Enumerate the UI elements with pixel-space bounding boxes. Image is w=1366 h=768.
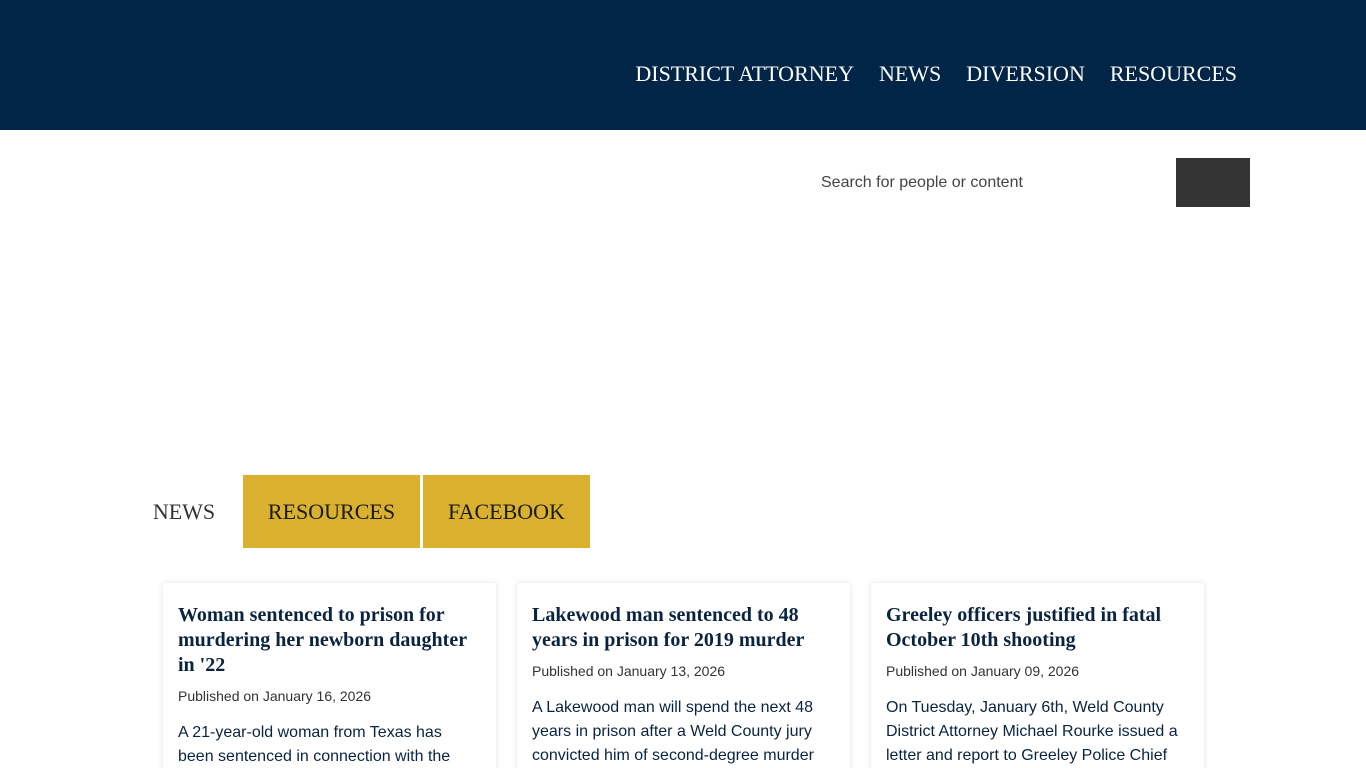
news-card-date: Published on January 16, 2026 — [178, 688, 372, 704]
news-card-date: Published on January 09, 2026 — [886, 663, 1080, 679]
nav-diversion[interactable]: DIVERSION — [966, 60, 1085, 88]
site-header: DISTRICT ATTORNEY NEWS DIVERSION RESOURC… — [0, 0, 1366, 130]
main-nav: DISTRICT ATTORNEY NEWS DIVERSION RESOURC… — [635, 60, 1237, 88]
nav-resources[interactable]: RESOURCES — [1110, 60, 1237, 88]
tab-news[interactable]: NEWS — [128, 475, 240, 548]
content-tabs: NEWS RESOURCES FACEBOOK — [128, 475, 590, 548]
tab-resources[interactable]: RESOURCES — [243, 475, 420, 548]
news-card-excerpt: A Lakewood man will spend the next 48 ye… — [532, 699, 814, 764]
search-button[interactable] — [1176, 158, 1250, 207]
news-card-excerpt: A 21-year-old woman from Texas has been … — [178, 724, 451, 765]
tab-facebook[interactable]: FACEBOOK — [423, 475, 590, 548]
news-card-title[interactable]: Greeley officers justified in fatal Octo… — [886, 603, 1189, 653]
news-cards: Woman sentenced to prison for murdering … — [163, 583, 1204, 768]
news-card[interactable]: Lakewood man sentenced to 48 years in pr… — [517, 583, 850, 768]
search-input[interactable] — [810, 158, 1176, 207]
search-bar — [810, 158, 1250, 207]
news-card-excerpt: On Tuesday, January 6th, Weld County Dis… — [886, 699, 1178, 764]
news-card[interactable]: Woman sentenced to prison for murdering … — [163, 583, 496, 768]
news-card-title[interactable]: Lakewood man sentenced to 48 years in pr… — [532, 603, 835, 653]
news-card-title[interactable]: Woman sentenced to prison for murdering … — [178, 603, 481, 678]
nav-district-attorney[interactable]: DISTRICT ATTORNEY — [635, 60, 854, 88]
news-card[interactable]: Greeley officers justified in fatal Octo… — [871, 583, 1204, 768]
nav-news[interactable]: NEWS — [879, 60, 941, 88]
news-card-date: Published on January 13, 2026 — [532, 663, 726, 679]
